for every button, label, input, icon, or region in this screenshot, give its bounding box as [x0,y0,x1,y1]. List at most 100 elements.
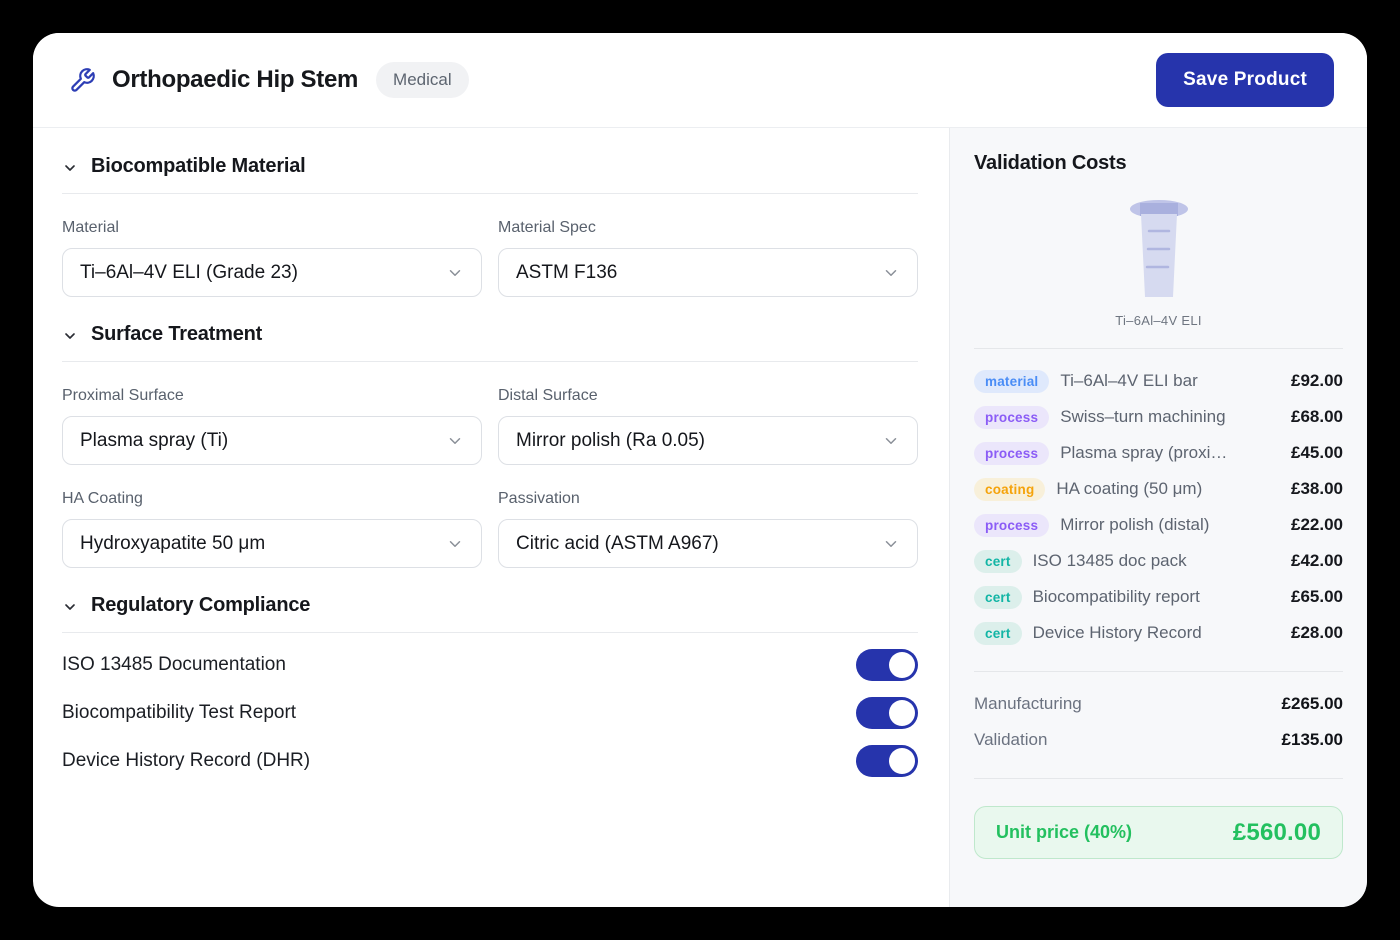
proximal-surface-select-value: Plasma spray (Ti) [80,430,228,452]
header: Orthopaedic Hip Stem Medical Save Produc… [33,33,1367,128]
cost-item-name: Device History Record [1033,623,1280,643]
cost-item-name: HA coating (50 μm) [1056,479,1280,499]
proximal-surface-field: Proximal Surface Plasma spray (Ti) [62,362,482,465]
unit-price-value: £560.00 [1233,819,1321,847]
cost-line-item: process Mirror polish (distal) £22.00 [974,507,1343,543]
material-label: Material [62,219,482,237]
cost-item-price: £68.00 [1291,407,1343,427]
dhr-toggle[interactable] [856,745,918,777]
cost-line-item: material Ti–6Al–4V ELI bar £92.00 [974,363,1343,399]
chevron-down-icon [446,264,464,282]
section-biocompatible-material[interactable]: Biocompatible Material [62,155,918,178]
cost-line-item: cert ISO 13485 doc pack £42.00 [974,543,1343,579]
process-tag-badge: process [974,406,1049,429]
cost-line-item: process Plasma spray (proxi… £45.00 [974,435,1343,471]
process-tag-badge: process [974,514,1049,537]
material-spec-select-value: ASTM F136 [516,262,617,284]
chevron-down-icon [446,432,464,450]
coating-tag-badge: coating [974,478,1045,501]
process-tag-badge: process [974,442,1049,465]
passivation-select-value: Citric acid (ASTM A967) [516,533,719,555]
chevron-down-icon [882,432,900,450]
toggle-label: ISO 13485 Documentation [62,654,286,676]
biocompatibility-toggle[interactable] [856,697,918,729]
toggle-row-dhr: Device History Record (DHR) [62,745,918,777]
category-badge: Medical [376,62,469,98]
cost-item-name: Swiss–turn machining [1060,407,1280,427]
cost-item-name: ISO 13485 doc pack [1033,551,1280,571]
section-regulatory-compliance[interactable]: Regulatory Compliance [62,594,918,617]
cert-tag-badge: cert [974,586,1022,609]
toggle-row-iso-13485: ISO 13485 Documentation [62,649,918,681]
cost-line-item: coating HA coating (50 μm) £38.00 [974,471,1343,507]
cost-item-price: £45.00 [1291,443,1343,463]
material-illustration: Ti–6Al–4V ELI [974,189,1343,328]
cert-tag-badge: cert [974,550,1022,573]
save-product-button[interactable]: Save Product [1156,53,1334,107]
toggle-row-biocompatibility: Biocompatibility Test Report [62,697,918,729]
section-title: Regulatory Compliance [91,594,310,617]
chevron-down-icon [882,535,900,553]
validation-costs-panel: Validation Costs Ti–6Al–4V ELI material … [949,128,1367,907]
passivation-select[interactable]: Citric acid (ASTM A967) [498,519,918,568]
distal-surface-label: Distal Surface [498,387,918,405]
cert-tag-badge: cert [974,622,1022,645]
distal-surface-select[interactable]: Mirror polish (Ra 0.05) [498,416,918,465]
cost-item-price: £22.00 [1291,515,1343,535]
window-body: Biocompatible Material Material Ti–6Al–4… [33,128,1367,907]
proximal-surface-select[interactable]: Plasma spray (Ti) [62,416,482,465]
ha-coating-label: HA Coating [62,490,482,508]
cost-item-name: Plasma spray (proxi… [1060,443,1280,463]
toggle-label: Device History Record (DHR) [62,750,310,772]
material-spec-field: Material Spec ASTM F136 [498,194,918,297]
ha-coating-select[interactable]: Hydroxyapatite 50 μm [62,519,482,568]
cost-line-item: cert Device History Record £28.00 [974,615,1343,651]
divider [974,348,1343,349]
passivation-label: Passivation [498,490,918,508]
material-tag-badge: material [974,370,1049,393]
material-select[interactable]: Ti–6Al–4V ELI (Grade 23) [62,248,482,297]
distal-surface-select-value: Mirror polish (Ra 0.05) [516,430,705,452]
ha-coating-select-value: Hydroxyapatite 50 μm [80,533,265,555]
proximal-surface-label: Proximal Surface [62,387,482,405]
section-surface-treatment[interactable]: Surface Treatment [62,323,918,346]
cost-item-name: Mirror polish (distal) [1060,515,1280,535]
page-title: Orthopaedic Hip Stem [112,66,358,94]
chevron-down-icon [62,328,78,344]
cost-item-price: £92.00 [1291,371,1343,391]
wrench-icon [69,67,96,94]
illustration-caption: Ti–6Al–4V ELI [1115,313,1202,328]
cost-item-name: Ti–6Al–4V ELI bar [1060,371,1280,391]
passivation-field: Passivation Citric acid (ASTM A967) [498,465,918,568]
ha-coating-field: HA Coating Hydroxyapatite 50 μm [62,465,482,568]
material-spec-select[interactable]: ASTM F136 [498,248,918,297]
cost-item-price: £38.00 [1291,479,1343,499]
unit-price-box: Unit price (40%) £560.00 [974,806,1343,859]
product-config-window: Orthopaedic Hip Stem Medical Save Produc… [33,33,1367,907]
total-label: Validation [974,730,1047,750]
total-value: £265.00 [1282,694,1343,714]
hip-stem-illustration-icon [1099,189,1219,301]
total-value: £135.00 [1282,730,1343,750]
cost-line-item: process Swiss–turn machining £68.00 [974,399,1343,435]
unit-price-label: Unit price (40%) [996,822,1132,843]
section-title: Surface Treatment [91,323,262,346]
sidebar-title: Validation Costs [974,152,1343,175]
form-panel: Biocompatible Material Material Ti–6Al–4… [33,128,949,907]
distal-surface-field: Distal Surface Mirror polish (Ra 0.05) [498,362,918,465]
chevron-down-icon [62,160,78,176]
chevron-down-icon [882,264,900,282]
section-title: Biocompatible Material [91,155,306,178]
divider [974,778,1343,779]
material-select-value: Ti–6Al–4V ELI (Grade 23) [80,262,298,284]
divider [974,671,1343,672]
toggle-knob [889,652,915,678]
chevron-down-icon [62,599,78,615]
material-field: Material Ti–6Al–4V ELI (Grade 23) [62,194,482,297]
toggle-label: Biocompatibility Test Report [62,702,296,724]
cost-line-item: cert Biocompatibility report £65.00 [974,579,1343,615]
toggle-knob [889,748,915,774]
manufacturing-total-row: Manufacturing £265.00 [974,686,1343,722]
divider [62,632,918,633]
iso-13485-toggle[interactable] [856,649,918,681]
